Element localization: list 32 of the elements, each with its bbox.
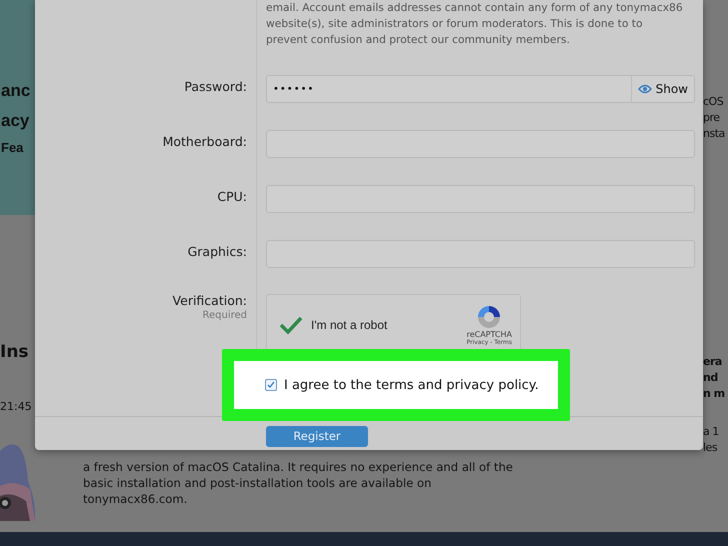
show-password-button[interactable]: Show [630,76,694,102]
field-label: Verification: [172,293,247,308]
captcha-label: I'm not a robot [311,318,388,332]
banner-text: Fea [1,138,24,156]
field-label: Password: [184,79,247,96]
intro-text: website(s), site administrators or forum moderators. This is done to to [266,16,642,32]
sidebar-text: pre [703,110,720,126]
checkbox[interactable] [265,379,277,391]
password-field[interactable]: •••••• Show [266,75,695,103]
intro-text: email. Account emails addresses cannot contain any form of any tonymacx86 [266,0,683,16]
post-time: 21:45 [0,400,32,413]
required-hint: Required [202,310,247,321]
eye-icon [638,84,652,94]
sidebar-text: les [703,440,718,456]
sidebar-heading: era [703,354,722,370]
sidebar-text: nsta [703,126,725,142]
field-label: CPU: [217,189,247,206]
article-excerpt: a fresh version of macOS Catalina. It requires no experience and all of the basic installation and post-installation tools are available on tonymacx86.com. [83,459,514,507]
field-label: Motherboard: [162,134,247,151]
check-icon[interactable] [279,315,303,335]
banner-text: anc [1,80,30,102]
sidebar-text: a 1 [703,424,719,440]
intro-text: prevent confusion and protect our community members. [266,32,570,48]
sidebar-heading: nd [703,370,718,386]
sidebar-heading: n m [703,386,725,402]
banner-text: acy [1,110,30,132]
article-heading: Ins [0,342,29,362]
recaptcha-logo-icon [476,304,502,330]
agree-label: I agree to the terms and privacy policy. [284,378,539,392]
field-label: Graphics: [188,244,247,261]
captcha-brand: reCAPTCHA [466,330,512,339]
sidebar-text: cOS [703,94,724,110]
